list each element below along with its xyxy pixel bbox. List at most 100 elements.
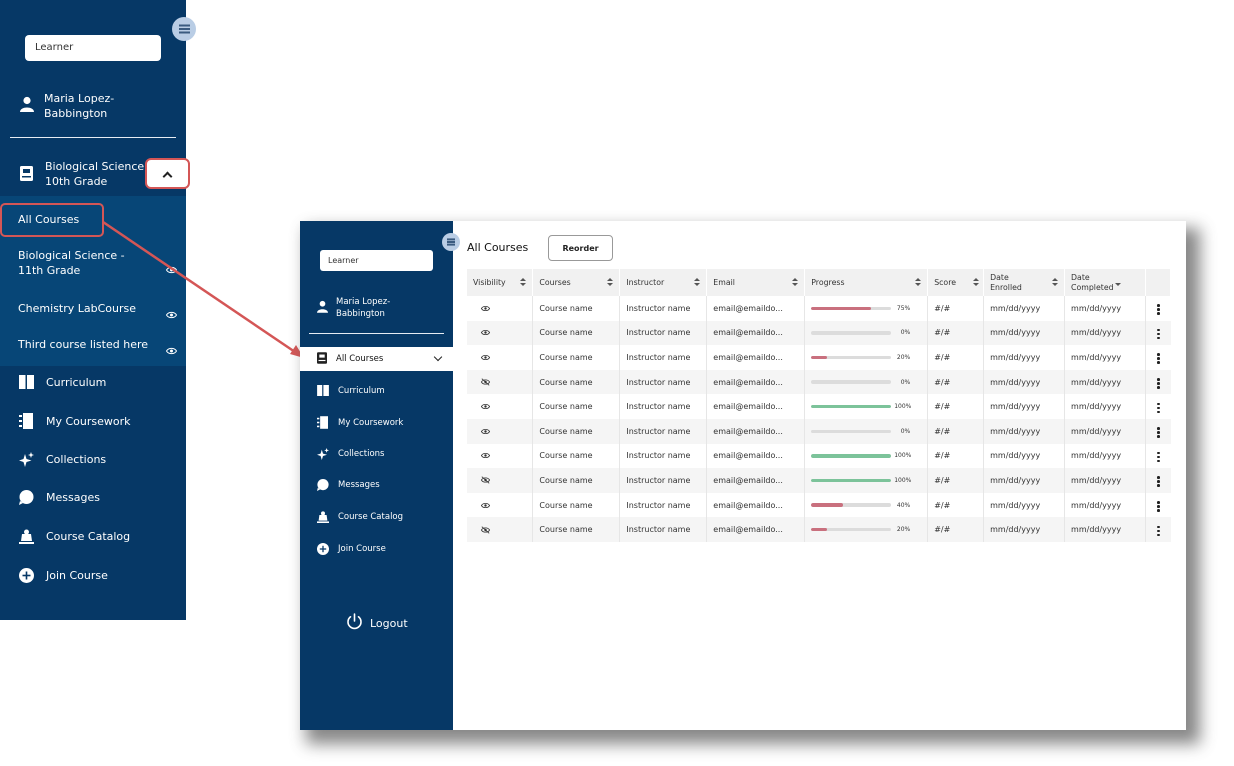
- table-row[interactable]: Course name Instructor name email@emaildo.…: [467, 492, 1171, 518]
- nav-course-catalog[interactable]: Course Catalog: [18, 528, 130, 544]
- sidebar-item-course-catalog[interactable]: Course Catalog: [316, 510, 403, 523]
- progress-cell: 75%: [804, 296, 929, 321]
- row-menu-button[interactable]: [1145, 444, 1170, 469]
- user-name-line2: Babbington: [336, 309, 385, 319]
- course-cell[interactable]: Course name: [532, 320, 621, 346]
- sidebar: Learner Maria Lopez- Babbington All Cour…: [300, 221, 453, 730]
- role-field[interactable]: Learner: [25, 35, 161, 61]
- eye-icon[interactable]: [467, 418, 534, 444]
- eye-icon[interactable]: [165, 340, 178, 359]
- progress-bar: [811, 355, 892, 360]
- submenu-item-all-courses[interactable]: All Courses: [0, 203, 104, 237]
- menu-toggle-button[interactable]: [172, 17, 196, 41]
- table-row[interactable]: Course name Instructor name email@emaildo.…: [467, 517, 1171, 542]
- sidebar-item-curriculum[interactable]: Curriculum: [316, 384, 385, 397]
- progress-bar: [811, 404, 892, 409]
- eye-icon[interactable]: [165, 259, 178, 278]
- column-header-email[interactable]: Email: [706, 269, 806, 296]
- table-row[interactable]: Course name Instructor name email@emaildo.…: [467, 345, 1171, 370]
- course-cell[interactable]: Course name: [532, 394, 621, 419]
- column-header-progress[interactable]: Progress: [804, 269, 929, 296]
- row-menu-button[interactable]: [1145, 517, 1170, 542]
- row-menu-button[interactable]: [1145, 321, 1170, 346]
- collapse-button[interactable]: [145, 158, 190, 189]
- table-row[interactable]: Course name Instructor name email@emaildo.…: [467, 394, 1171, 419]
- column-header-score[interactable]: Score: [927, 269, 985, 296]
- course-cell[interactable]: Course name: [532, 369, 621, 395]
- table-row[interactable]: Course name Instructor name email@emaildo.…: [467, 320, 1171, 346]
- nav-join-course[interactable]: Join Course: [18, 567, 108, 583]
- row-menu-button[interactable]: [1145, 370, 1170, 395]
- sidebar-item-collections[interactable]: Collections: [316, 447, 384, 460]
- date-completed-cell: mm/dd/yyyy: [1064, 443, 1146, 469]
- eye-icon[interactable]: [467, 394, 534, 419]
- course-cell[interactable]: Course name: [532, 418, 621, 444]
- nav-messages[interactable]: Messages: [18, 489, 100, 505]
- user-profile[interactable]: Maria Lopez- Babbington: [20, 91, 114, 121]
- column-label: Date: [1071, 272, 1090, 282]
- sidebar-item-join-course[interactable]: Join Course: [316, 542, 386, 555]
- progress-bar: [811, 454, 892, 458]
- chevron-down-icon[interactable]: [433, 352, 443, 362]
- row-menu-button[interactable]: [1145, 493, 1170, 518]
- course-cell[interactable]: Course name: [532, 296, 621, 321]
- table-row[interactable]: Course name Instructor name email@emaildo.…: [467, 418, 1171, 444]
- table-row[interactable]: Course name Instructor name email@emaildo.…: [467, 443, 1171, 469]
- eye-off-icon[interactable]: [467, 369, 534, 395]
- eye-off-icon[interactable]: [467, 468, 534, 493]
- instructor-cell: Instructor name: [619, 296, 708, 321]
- eye-icon[interactable]: [467, 320, 534, 346]
- column-header-courses[interactable]: Courses: [532, 269, 621, 296]
- nav-collections[interactable]: Collections: [18, 451, 106, 467]
- logout-button[interactable]: Logout: [346, 613, 408, 633]
- sidebar-item-all-courses[interactable]: All Courses: [300, 347, 453, 371]
- column-header-visibility[interactable]: Visibility: [467, 269, 534, 296]
- submenu-item-bio-11[interactable]: Biological Science - 11th Grade: [18, 248, 125, 278]
- row-menu-button[interactable]: [1145, 468, 1170, 493]
- nav-my-coursework[interactable]: My Coursework: [18, 413, 131, 429]
- table-row[interactable]: Course name Instructor name email@emaildo.…: [467, 369, 1171, 395]
- course-cell[interactable]: Course name: [532, 468, 621, 493]
- sidebar-item-messages[interactable]: Messages: [316, 478, 380, 491]
- email-cell: email@emaildo...: [706, 443, 806, 469]
- sidebar-item-my-coursework[interactable]: My Coursework: [316, 416, 403, 429]
- row-menu-button[interactable]: [1145, 296, 1170, 321]
- user-profile[interactable]: Maria Lopez- Babbington: [317, 296, 390, 320]
- eye-icon[interactable]: [467, 492, 534, 518]
- row-menu-button[interactable]: [1145, 345, 1170, 370]
- course-cell[interactable]: Course name: [532, 492, 621, 518]
- table-row[interactable]: Course name Instructor name email@emaildo.…: [467, 468, 1171, 493]
- row-menu-button[interactable]: [1145, 394, 1170, 419]
- chat-icon: [316, 478, 329, 491]
- role-field[interactable]: Learner: [320, 250, 433, 271]
- reorder-button[interactable]: Reorder: [548, 235, 613, 261]
- eye-icon[interactable]: [467, 296, 534, 321]
- eye-icon[interactable]: [467, 443, 534, 469]
- column-header-date-completed[interactable]: Date Completed: [1064, 269, 1146, 296]
- sparkle-icon: [316, 447, 329, 460]
- submenu-item-third-course[interactable]: Third course listed here: [18, 337, 148, 352]
- menu-toggle-button[interactable]: [442, 233, 460, 251]
- course-cell[interactable]: Course name: [532, 345, 621, 370]
- date-enrolled-cell: mm/dd/yyyy: [983, 345, 1066, 370]
- progress-label: 100%: [894, 476, 912, 484]
- curriculum-icon: [18, 374, 34, 390]
- nav-curriculum[interactable]: Curriculum: [18, 374, 106, 390]
- date-enrolled-cell: mm/dd/yyyy: [983, 296, 1066, 321]
- column-header-instructor[interactable]: Instructor: [619, 269, 708, 296]
- progress-bar: [811, 503, 892, 507]
- kebab-menu-icon: [1156, 529, 1160, 533]
- user-icon: [20, 96, 34, 116]
- table-row[interactable]: Course name Instructor name email@emaildo.…: [467, 296, 1171, 321]
- coursework-icon: [18, 413, 34, 429]
- eye-icon[interactable]: [165, 304, 178, 323]
- course-cell[interactable]: Course name: [532, 443, 621, 469]
- submenu-item-chemistry[interactable]: Chemistry LabCourse: [18, 301, 136, 316]
- column-header-date-enrolled[interactable]: Date Enrolled: [983, 269, 1066, 296]
- eye-icon[interactable]: [467, 345, 534, 370]
- row-menu-button[interactable]: [1145, 419, 1170, 444]
- progress-cell: 0%: [804, 369, 929, 395]
- progress-label: 20%: [896, 526, 911, 534]
- course-cell[interactable]: Course name: [532, 517, 621, 542]
- eye-off-icon[interactable]: [467, 517, 534, 542]
